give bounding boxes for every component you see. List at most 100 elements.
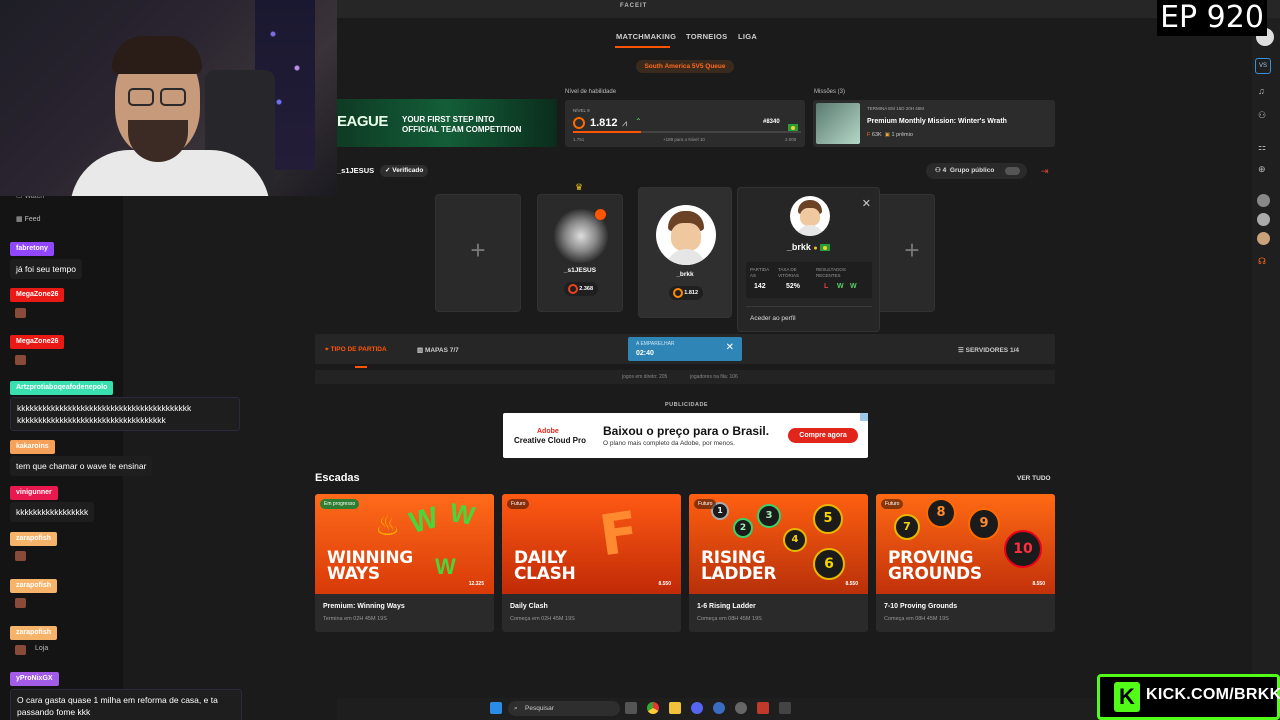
view-profile-link[interactable]: Aceder ao perfil <box>750 315 796 322</box>
w-icon: W <box>406 500 442 541</box>
ladder-art-title: DAILY CLASH <box>514 548 576 584</box>
match-type-button[interactable]: ⌖ TIPO DE PARTIDA <box>325 346 387 354</box>
leave-party-icon[interactable]: ⇥ <box>1041 166 1053 176</box>
chat-username: Artzprotiaboqeafodenepolo <box>10 381 114 395</box>
player-card-self[interactable]: _brkk 1.812 <box>638 187 732 318</box>
see-all-link[interactable]: VER TUDO <box>1017 475 1051 482</box>
level-coin-icon: 10 <box>1004 530 1042 568</box>
kick-logo-icon: K <box>1114 682 1140 712</box>
ladder-time: Termina em 02H 45M 19S <box>323 616 387 622</box>
search-icon: ⌕ <box>514 705 518 712</box>
advertisement[interactable]: Adobe Creative Cloud Pro Baixou o preço … <box>503 413 868 458</box>
map-icon: ▥ <box>417 347 425 354</box>
ladder-card[interactable]: 1 2 3 4 5 6 Futuro RISING LADDER 8.550 1… <box>689 494 868 632</box>
public-group-toggle[interactable] <box>1005 167 1020 175</box>
player-elo: 1.812 <box>669 286 703 300</box>
queue-selector[interactable]: South America 5V5 Queue <box>636 60 734 73</box>
webcam-feed <box>0 0 337 196</box>
brazil-flag-icon <box>820 244 831 252</box>
ladder-card[interactable]: 7 8 9 10 Futuro PROVING GROUNDS 8.550 7-… <box>876 494 1055 632</box>
versus-icon[interactable]: VS <box>1255 58 1271 74</box>
bell-icon[interactable]: ♫ <box>1258 86 1265 96</box>
chat-message: kkkkkkkkkkkkkkkkk <box>10 502 95 522</box>
headset-icon[interactable]: ☊ <box>1258 256 1266 267</box>
matchmaking-status[interactable]: A EMPARELHAR 02:40 ✕ <box>628 337 742 361</box>
arrow-up-icon: ⌃ <box>635 117 642 126</box>
popover-username: _brkk ● <box>738 242 879 252</box>
level-gauge-icon <box>573 117 585 129</box>
add-icon[interactable]: ⊕ <box>1258 164 1266 175</box>
plus-icon: + <box>470 235 486 265</box>
servers-button[interactable]: ☰ SERVIDORES 1/4 <box>958 346 1019 354</box>
crown-icon: ♛ <box>575 182 584 192</box>
obs-icon[interactable] <box>735 702 747 714</box>
level-progress-bar <box>573 131 801 133</box>
level-min: 1.751 <box>573 137 585 142</box>
ad-label: PUBLICIDADE <box>665 402 709 408</box>
friend-avatar[interactable] <box>1257 194 1270 207</box>
ladder-points: 8.550 <box>845 581 858 587</box>
level-coin-icon: 6 <box>813 548 845 580</box>
tab-torneios[interactable]: TORNEIOS <box>686 32 727 41</box>
friend-avatar[interactable] <box>1257 232 1270 245</box>
player-name: _s1JESUS <box>563 267 597 274</box>
windows-start-icon[interactable] <box>490 702 502 714</box>
elo-value: 1.812 <box>590 117 618 129</box>
screen: ▭ Watch ▦ Feed fabretony já foi seu temp… <box>0 0 1280 720</box>
level-coin-icon: 5 <box>813 504 843 534</box>
friend-avatar[interactable] <box>1257 213 1270 226</box>
faceit-app-icon[interactable] <box>757 702 769 714</box>
ranking-value: #8340 <box>763 119 780 125</box>
level-icon <box>673 288 683 298</box>
level-icon <box>568 284 578 294</box>
level-coin-icon: 9 <box>968 508 1000 540</box>
discord-icon[interactable] <box>691 702 703 714</box>
chat-username: MegaZone26 <box>10 335 65 349</box>
empty-slot[interactable]: + <box>435 194 521 312</box>
queue-players: jogadores na fila: 106 <box>690 374 738 380</box>
ladder-art-title: PROVING GROUNDS <box>888 548 982 584</box>
ladder-card[interactable]: W W W ♨ Em progresso WINNING WAYS 12.325… <box>315 494 494 632</box>
f-logo-icon: F <box>595 499 643 570</box>
friends-icon[interactable]: ⚇ <box>1258 110 1266 121</box>
close-icon[interactable]: ✕ <box>862 197 871 210</box>
team-name: _s1JESUS <box>337 166 375 175</box>
task-view-icon[interactable] <box>625 702 637 714</box>
app-icon[interactable] <box>779 702 791 714</box>
mission-meta: F 63K ▣ 1 prêmio <box>867 132 913 138</box>
mission-card[interactable]: TERMINA EM 15D 20H 45M Premium Monthly M… <box>813 100 1055 147</box>
browser-topbar <box>337 0 1280 18</box>
tab-liga[interactable]: LIGA <box>738 32 757 41</box>
ad-choices-icon[interactable] <box>860 413 868 421</box>
emote-icon <box>15 308 26 318</box>
w-icon: W <box>435 554 456 579</box>
ad-headline: Baixou o preço para o Brasil. <box>603 424 770 438</box>
tab-matchmaking[interactable]: MATCHMAKING <box>616 32 676 41</box>
player-avatar <box>656 205 716 265</box>
player-card[interactable]: ♛ _s1JESUS 2.368 <box>537 182 623 312</box>
adobe-logo: Adobe <box>537 428 559 435</box>
server-icon: ☰ <box>958 347 966 354</box>
faceit-logo[interactable]: FACEIT <box>620 3 647 9</box>
emote-icon <box>15 551 26 561</box>
league-banner[interactable]: EAGUE YOUR FIRST STEP INTO OFFICIAL TEAM… <box>337 99 557 147</box>
level-to-next: +189 para o Nível 10 <box>663 137 705 142</box>
ladder-title: Premium: Winning Ways <box>323 603 405 610</box>
skill-level-card[interactable]: NÍVEL 9 1.812 ⩘ ⌃ #8340 1.751 +189 para … <box>565 100 805 147</box>
party-icon[interactable]: ⚏ <box>1258 142 1266 153</box>
file-explorer-icon[interactable] <box>669 702 681 714</box>
chat-message: kkkkkkkkkkkkkkkkkkkkkkkkkkkkkkkkkkkkkkkk… <box>10 397 240 431</box>
popover-stats: PARTIDA AS TAXA DE VITÓRIAS RESULTADOS R… <box>746 262 872 298</box>
maps-button[interactable]: ▥ MAPAS 7/7 <box>417 346 459 354</box>
ladder-card[interactable]: F Futuro DAILY CLASH 8.550 Daily Clash C… <box>502 494 681 632</box>
ad-cta-button[interactable]: Compre agora <box>788 428 858 443</box>
cancel-search-icon[interactable]: ✕ <box>726 342 734 353</box>
chat-message: O cara gasta quase 1 milha em reforma de… <box>10 689 242 720</box>
taskbar-search[interactable]: ⌕ Pesquisar <box>508 701 620 716</box>
ladder-status: Em progresso <box>320 499 360 509</box>
chrome-icon[interactable] <box>647 702 659 714</box>
level-coin-icon: 3 <box>757 504 781 528</box>
app-icon[interactable] <box>713 702 725 714</box>
sidebar-item-shop: Loja <box>35 645 49 652</box>
kick-url: KICK.COM/BRKK <box>1146 686 1280 703</box>
